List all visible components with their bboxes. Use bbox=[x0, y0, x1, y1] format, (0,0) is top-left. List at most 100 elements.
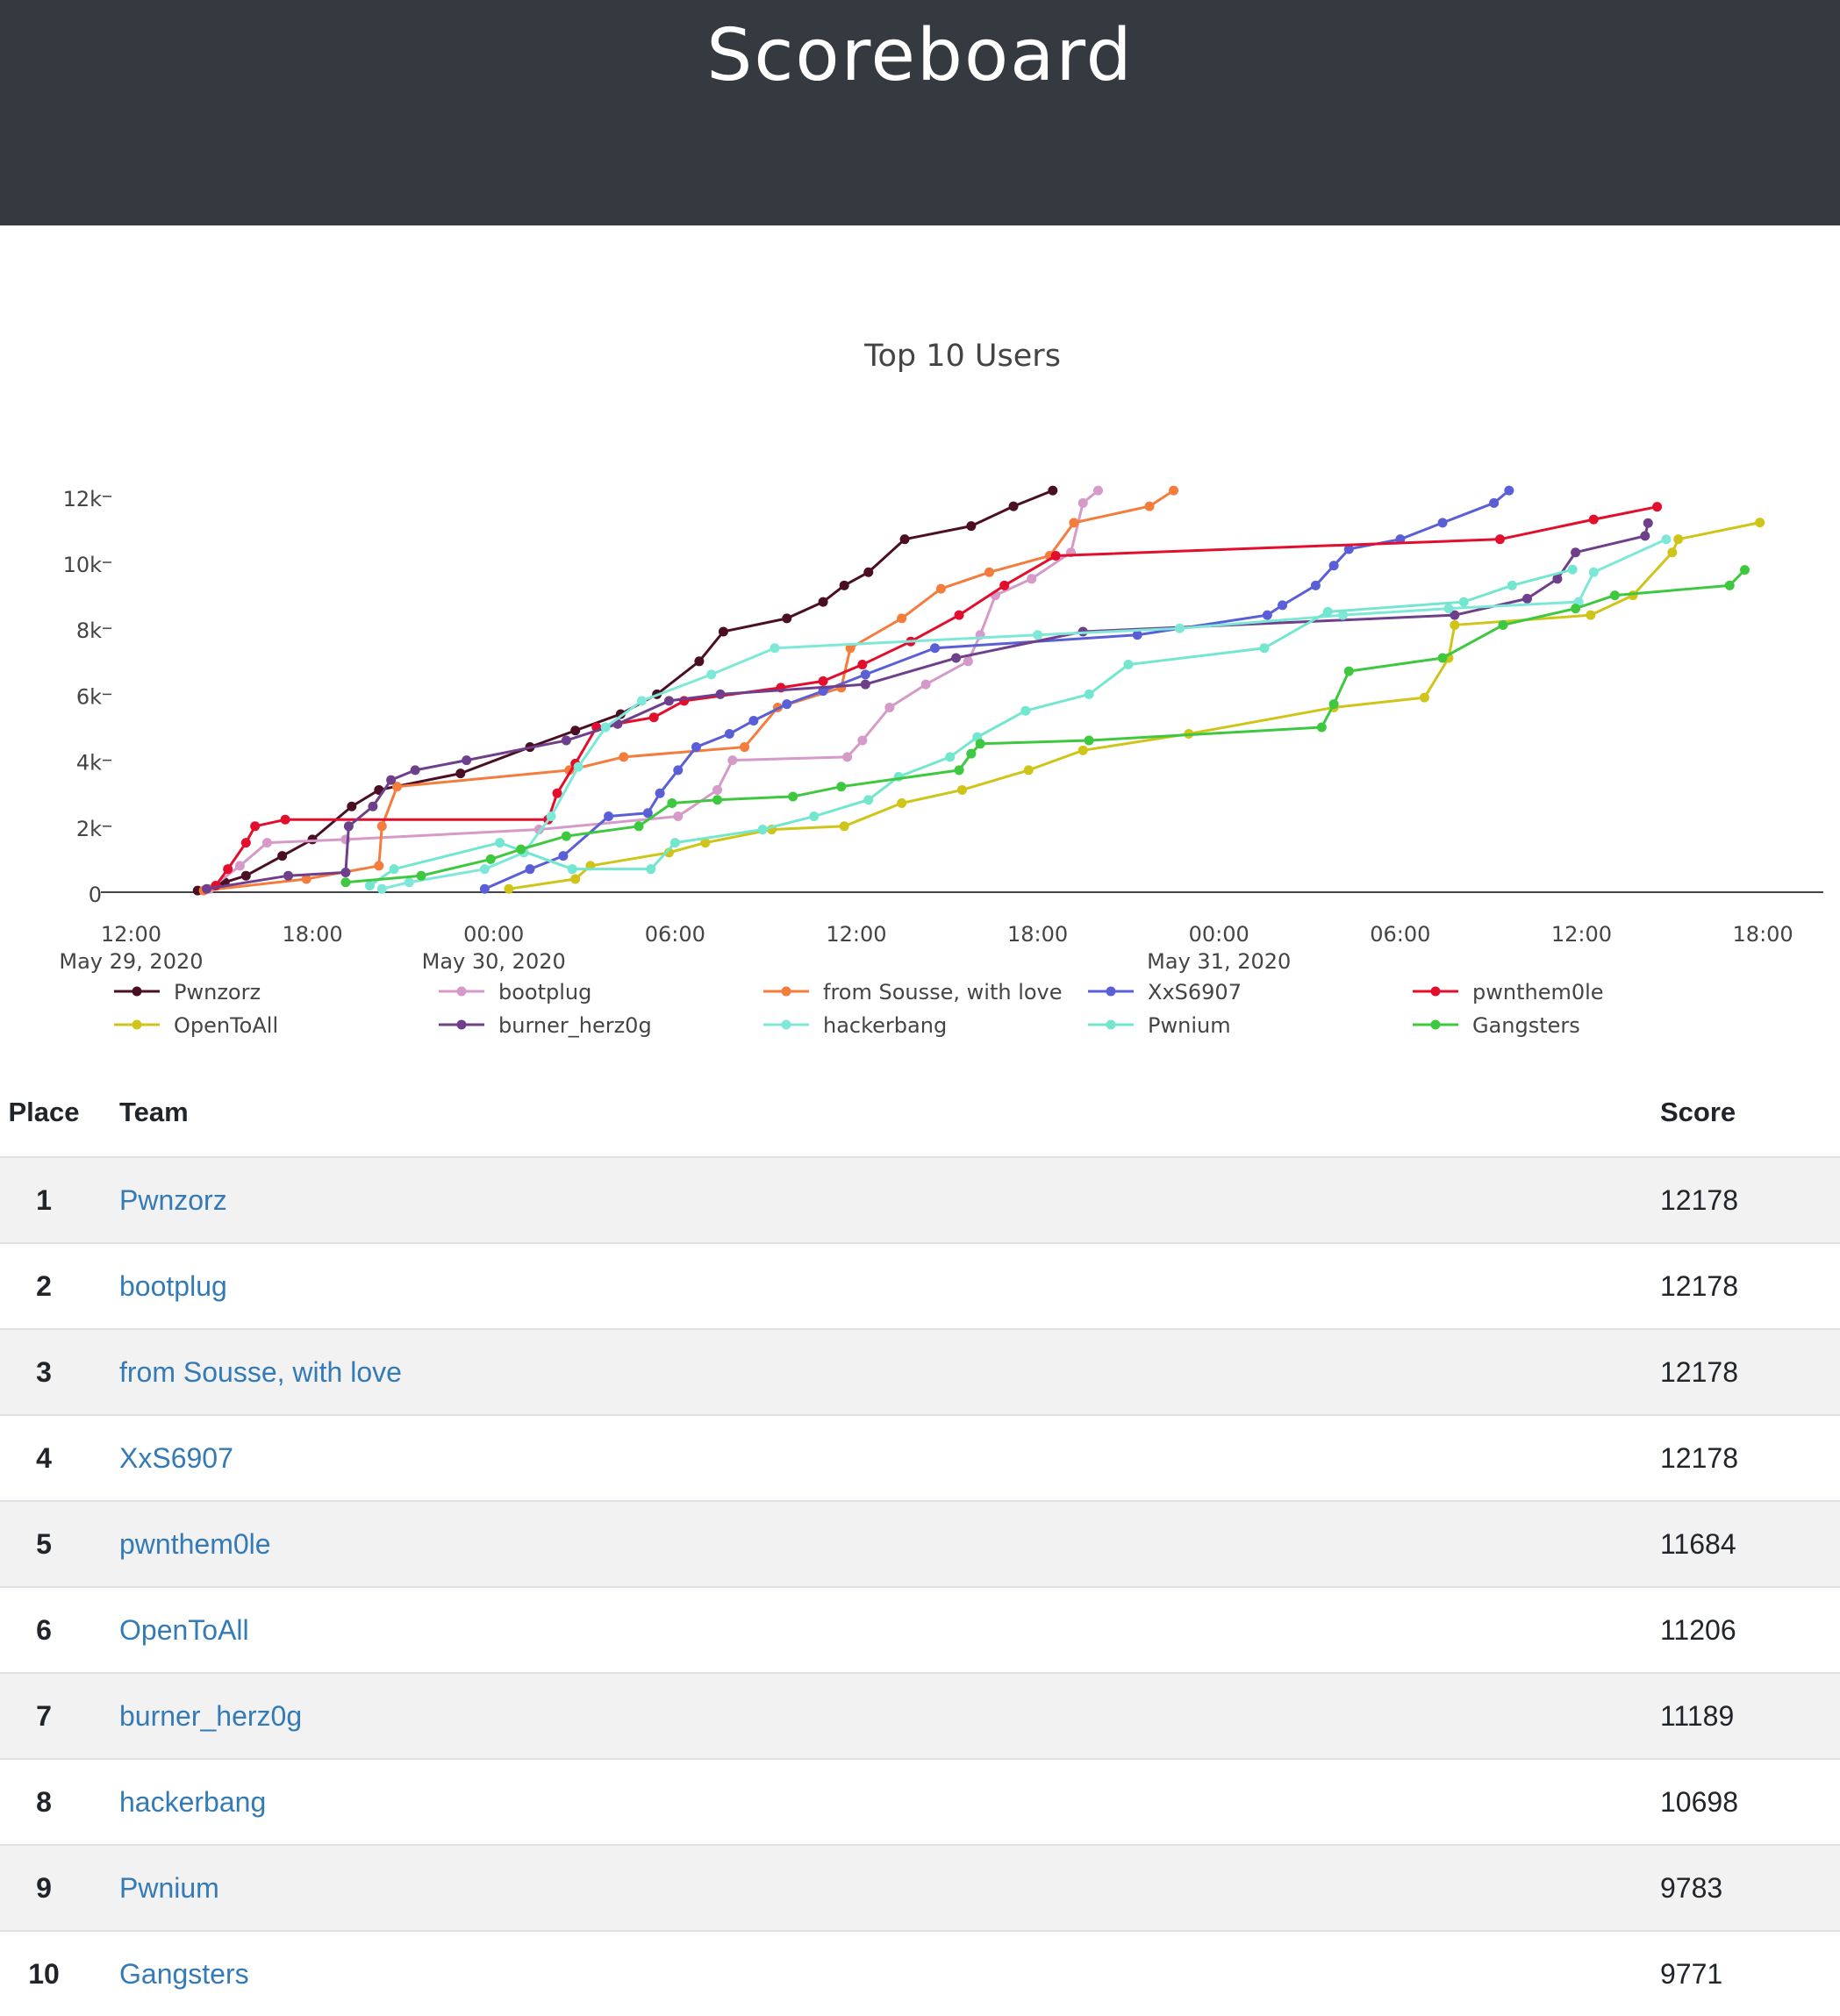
table-row: 2 bootplug 12178 bbox=[0, 1242, 1840, 1329]
team-link[interactable]: Pwnium bbox=[119, 1872, 219, 1904]
data-point bbox=[365, 880, 376, 890]
data-point bbox=[667, 797, 677, 808]
table-row: 4 XxS6907 12178 bbox=[0, 1414, 1840, 1501]
data-point bbox=[648, 712, 659, 723]
data-point bbox=[1169, 485, 1179, 496]
y-tick-label: 6k bbox=[76, 684, 102, 709]
data-point bbox=[1522, 593, 1533, 604]
data-point bbox=[646, 864, 656, 875]
legend-marker bbox=[1106, 986, 1116, 997]
data-point bbox=[857, 735, 868, 746]
data-point bbox=[1144, 501, 1155, 511]
legend-label: pwnthem0le bbox=[1472, 980, 1604, 1004]
team-link[interactable]: from Sousse, with love bbox=[119, 1356, 402, 1388]
data-point bbox=[1343, 666, 1354, 676]
x-tick-label: 00:00 bbox=[1189, 922, 1249, 947]
data-point bbox=[748, 715, 759, 726]
data-point bbox=[691, 742, 701, 753]
x-tick-label: 12:00 bbox=[1551, 922, 1612, 947]
data-point bbox=[740, 742, 750, 753]
y-tick-label: 2k bbox=[76, 817, 102, 841]
team-cell: Gangsters bbox=[88, 1930, 1660, 2016]
data-point bbox=[857, 660, 868, 670]
team-cell: OpenToAll bbox=[88, 1586, 1660, 1673]
data-point bbox=[1489, 497, 1500, 508]
data-point bbox=[376, 883, 387, 894]
scoreboard-table: Place Team Score 1 Pwnzorz 12178 2 bootp… bbox=[0, 1068, 1840, 2016]
y-tick-label: 4k bbox=[76, 751, 102, 776]
team-link[interactable]: OpenToAll bbox=[119, 1614, 249, 1646]
data-point bbox=[277, 851, 288, 861]
series-line bbox=[197, 489, 1054, 892]
data-point bbox=[718, 626, 728, 637]
data-point bbox=[1443, 604, 1454, 614]
legend-marker bbox=[1430, 1019, 1441, 1030]
data-point bbox=[673, 811, 684, 822]
data-point bbox=[951, 653, 962, 663]
data-point bbox=[1571, 547, 1581, 558]
data-point bbox=[283, 870, 294, 881]
team-link[interactable]: burner_herz0g bbox=[119, 1700, 302, 1732]
data-point bbox=[368, 801, 378, 811]
series-line bbox=[214, 505, 1657, 887]
data-point bbox=[389, 864, 399, 875]
data-point bbox=[558, 851, 569, 861]
series-line bbox=[209, 489, 1099, 890]
data-point bbox=[1437, 518, 1448, 528]
team-cell: from Sousse, with love bbox=[88, 1328, 1660, 1415]
team-link[interactable]: hackerbang bbox=[119, 1786, 266, 1818]
place-cell: 9 bbox=[0, 1844, 88, 1931]
data-point bbox=[712, 795, 723, 805]
data-point bbox=[957, 784, 967, 795]
data-point bbox=[1050, 550, 1061, 561]
data-point bbox=[897, 613, 907, 624]
y-tick-label: 8k bbox=[76, 618, 102, 643]
team-link[interactable]: Pwnzorz bbox=[119, 1184, 227, 1216]
data-point bbox=[280, 814, 290, 825]
data-point bbox=[715, 689, 726, 699]
data-point bbox=[1495, 534, 1506, 545]
x-tick-label: 00:00 bbox=[463, 922, 524, 947]
data-point bbox=[416, 870, 426, 881]
data-point bbox=[669, 838, 680, 848]
data-point bbox=[376, 821, 387, 832]
team-link[interactable]: pwnthem0le bbox=[119, 1528, 271, 1560]
table-row: 3 from Sousse, with love 12178 bbox=[0, 1328, 1840, 1415]
place-cell: 4 bbox=[0, 1414, 88, 1501]
table-row: 6 OpenToAll 11206 bbox=[0, 1586, 1840, 1673]
data-point bbox=[636, 696, 647, 706]
x-tick-label: 06:00 bbox=[645, 922, 705, 947]
legend-marker bbox=[1430, 986, 1441, 997]
data-point bbox=[223, 864, 233, 875]
column-header-score: Score bbox=[1660, 1068, 1840, 1158]
page-title: Scoreboard bbox=[706, 14, 1134, 97]
legend-marker bbox=[132, 1019, 142, 1030]
team-cell: pwnthem0le bbox=[88, 1500, 1660, 1587]
x-tick-label: 06:00 bbox=[1370, 922, 1430, 947]
x-tick-label: 18:00 bbox=[1007, 922, 1068, 947]
data-point bbox=[573, 761, 584, 772]
data-point bbox=[202, 883, 212, 894]
data-point bbox=[1023, 765, 1034, 776]
data-point bbox=[1084, 689, 1094, 699]
team-link[interactable]: bootplug bbox=[119, 1270, 227, 1302]
data-point bbox=[340, 867, 351, 877]
data-point bbox=[234, 861, 245, 871]
legend-label: XxS6907 bbox=[1148, 980, 1242, 1004]
data-point bbox=[240, 870, 251, 881]
score-cell: 11189 bbox=[1660, 1672, 1840, 1759]
data-point bbox=[1437, 653, 1448, 663]
table-row: 5 pwnthem0le 11684 bbox=[0, 1500, 1840, 1587]
data-point bbox=[546, 811, 556, 822]
data-point bbox=[261, 838, 272, 848]
table-row: 1 Pwnzorz 12178 bbox=[0, 1156, 1840, 1243]
table-row: 10 Gangsters 9771 bbox=[0, 1930, 1840, 2016]
data-point bbox=[1328, 699, 1339, 710]
team-link[interactable]: XxS6907 bbox=[119, 1442, 233, 1474]
data-point bbox=[788, 791, 798, 802]
team-link[interactable]: Gangsters bbox=[119, 1958, 249, 1990]
data-point bbox=[782, 613, 792, 624]
data-point bbox=[404, 877, 414, 888]
data-point bbox=[1020, 705, 1031, 716]
x-tick-label: 12:00 bbox=[826, 922, 886, 947]
